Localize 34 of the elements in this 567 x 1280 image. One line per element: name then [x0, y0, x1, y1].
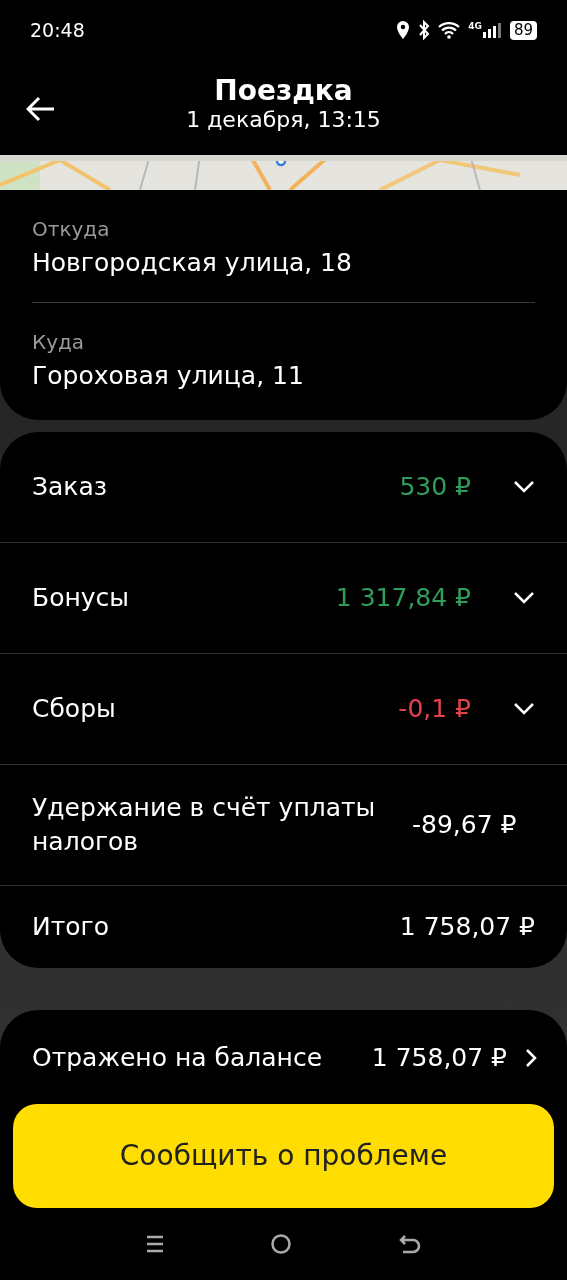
status-time: 20:48: [30, 17, 85, 43]
balance-amount: 1 758,07 ₽: [371, 1042, 507, 1075]
chevron-down-icon[interactable]: [513, 702, 535, 716]
address-text: Гороховая улица, 11: [32, 359, 305, 392]
row-label: Бонусы: [32, 582, 131, 615]
balance-label: Отражено на балансе: [32, 1042, 324, 1075]
address-text: Новгородская улица, 18: [32, 247, 353, 279]
back-icon[interactable]: [26, 96, 56, 122]
row-label: Удержание в счёт уплаты налогов: [32, 792, 377, 858]
battery-indicator: 89: [509, 20, 537, 40]
amount-text: 1 317,84 ₽: [335, 582, 471, 615]
bluetooth-icon: [418, 20, 431, 40]
address-label: Куда: [32, 328, 86, 356]
location-icon: [396, 20, 411, 40]
wifi-icon: [438, 21, 461, 39]
home-icon[interactable]: [270, 1233, 293, 1255]
network-label: 4G: [468, 20, 482, 33]
row-label: Итого: [32, 911, 110, 944]
chevron-right-icon[interactable]: [525, 1048, 537, 1068]
back-nav-icon[interactable]: [398, 1234, 421, 1254]
chevron-down-icon[interactable]: [513, 591, 535, 605]
amount-text: 530 ₽: [399, 471, 471, 504]
chevron-down-icon[interactable]: [513, 480, 535, 494]
amount-text: -89,67 ₽: [412, 809, 517, 842]
signal-icon: [481, 22, 502, 38]
screen-title: Поездка: [214, 73, 353, 108]
amount-text: -0,1 ₽: [398, 693, 471, 726]
report-button[interactable]: Сообщить о проблеме: [13, 1104, 554, 1208]
menu-icon[interactable]: [146, 1235, 165, 1253]
address-label: Откуда: [32, 216, 111, 243]
trip-date: 1 декабря, 13:15: [186, 107, 381, 134]
row-label: Сборы: [32, 693, 117, 726]
amount-text: 1 758,07 ₽: [399, 911, 535, 944]
row-label: Заказ: [32, 471, 109, 504]
